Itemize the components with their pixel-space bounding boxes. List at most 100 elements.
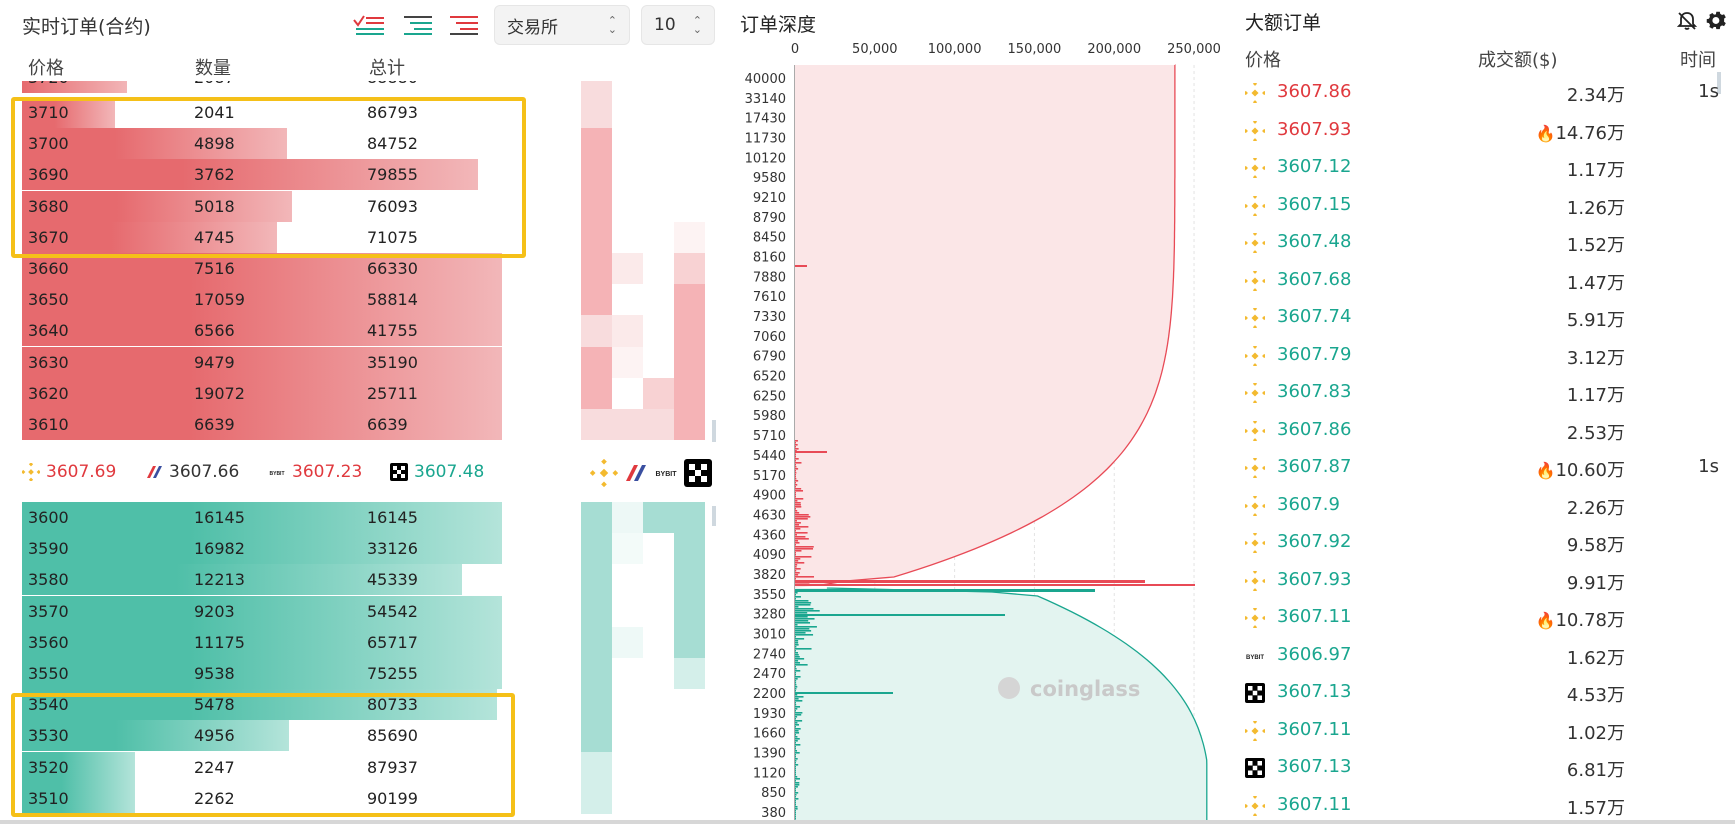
ask-total: 84752 [367,134,418,154]
exchange-price-bybit[interactable]: BYBIT 3607.23 [268,458,363,486]
ask-row[interactable]: 3650 17059 58814 [22,284,502,316]
ask-order-bar [795,578,796,580]
large-order-row[interactable]: BYBIT 3606.97 1.62万 [1245,637,1725,674]
bid-order-bar [795,706,801,708]
ask-heat-cell [643,377,674,409]
large-order-row[interactable]: 3607.48 1.52万 [1245,224,1725,261]
ask-heat-cell [581,81,612,97]
exchange-price-okx[interactable]: 3607.48 [390,458,484,486]
binance-logo-icon [1245,83,1265,103]
ask-heat-cell [581,159,612,191]
bottom-scrollbar[interactable] [0,820,1735,824]
svg-text:BYBIT: BYBIT [656,471,678,478]
large-order-row[interactable]: 3607.11 1.57万 [1245,787,1725,824]
large-order-row[interactable]: 3607.93 9.91万 [1245,562,1725,599]
bid-order-bar [795,784,800,786]
ask-price: 3630 [28,352,69,372]
bid-row[interactable]: 3580 12213 45339 [22,564,502,596]
large-order-row[interactable]: 3607.87 🔥10.60万 1s [1245,449,1725,486]
bid-order-bar [795,688,797,690]
bid-heat-cell [674,564,705,596]
y-tick-label: 8450 [753,231,786,246]
bid-order-bar [795,686,798,688]
scrollbar-bids[interactable] [712,506,716,526]
bell-off-icon[interactable] [1677,11,1697,31]
bitmex-logo-icon[interactable] [622,459,650,487]
large-order-row[interactable]: 3607.13 6.81万 [1245,749,1725,786]
bid-order-bar [795,702,796,704]
ask-price: 3670 [28,227,69,247]
large-order-row[interactable]: 3607.83 1.17万 [1245,374,1725,411]
okx-logo-icon[interactable] [684,459,712,487]
depth-select[interactable]: 10 ⌃ ⌄ [641,5,715,45]
y-tick-label: 4900 [753,489,786,504]
large-order-row[interactable]: 3607.68 1.47万 [1245,262,1725,299]
binance-logo-icon[interactable] [590,459,618,487]
y-tick-label: 3820 [753,568,786,583]
y-tick-label: 11730 [745,132,786,147]
bid-order-bar [795,808,798,810]
ask-row[interactable]: 3680 5018 76093 [22,190,502,222]
large-order-row[interactable]: 3607.79 3.12万 [1245,337,1725,374]
view-both-icon[interactable] [352,12,386,38]
bid-order-bar [795,710,796,712]
ask-row[interactable]: 3640 6566 41755 [22,315,502,347]
ask-row-partial[interactable]: 3720 2087 88880 [22,81,502,93]
scrollbar-asks[interactable] [712,420,716,442]
large-order-row[interactable]: 3607.12 1.17万 [1245,149,1725,186]
fire-icon: 🔥 [1535,461,1556,480]
large-order-row[interactable]: 3607.92 9.58万 [1245,524,1725,561]
ask-qty: 17059 [194,290,245,310]
ask-depth-bar [22,284,502,316]
bybit-logo-icon[interactable]: BYBIT [652,459,680,487]
trade-amount-cell: 5.91万 [1567,306,1625,332]
trade-amount-cell: 9.91万 [1567,569,1625,595]
ask-row[interactable]: 3630 9479 35190 [22,346,502,378]
ask-heat-cell [612,253,643,285]
exchange-price-bitmex[interactable]: 3607.66 [145,458,239,486]
large-order-row[interactable]: 3607.11 1.02万 [1245,712,1725,749]
large-order-row[interactable]: 3607.15 1.26万 [1245,187,1725,224]
ask-order-bar [795,500,798,502]
ask-total: 86793 [367,103,418,122]
bid-row[interactable]: 3540 5478 80733 [22,689,502,721]
bid-heat-cell [612,533,643,565]
large-order-row[interactable]: 3607.11 🔥10.78万 [1245,599,1725,636]
large-order-row[interactable]: 3607.13 4.53万 [1245,674,1725,711]
large-order-row[interactable]: 3607.86 2.34万 1s [1245,74,1725,111]
large-order-row[interactable]: 3607.86 2.53万 [1245,412,1725,449]
exchange-select[interactable]: 交易所 ⌃ ⌄ [494,5,630,45]
settings-gear-icon[interactable] [1705,10,1727,32]
bid-row[interactable]: 3600 16145 16145 [22,502,502,533]
y-tick-label: 9580 [753,171,786,186]
bid-price: 3510 [28,788,69,808]
large-order-row[interactable]: 3607.9 2.26万 [1245,487,1725,524]
ask-row[interactable]: 3700 4898 84752 [22,128,502,160]
ask-row[interactable]: 3670 4745 71075 [22,221,502,253]
bid-row[interactable]: 3570 9203 54542 [22,595,502,627]
bid-heat-cell [643,502,674,534]
ask-order-bar [795,546,814,548]
ask-row[interactable]: 3710 2041 86793 [22,97,502,128]
depth-chart-svg[interactable]: 0 50,000 100,000 150,000 200,000 250,000 40000… [730,0,1235,824]
bid-row[interactable]: 3510 2262 90199 [22,782,502,814]
bid-row[interactable]: 3560 11175 65717 [22,626,502,658]
ask-price: 3660 [28,259,69,278]
view-asks-icon[interactable] [446,12,480,38]
view-bids-icon[interactable] [400,12,434,38]
bid-order-bar [795,730,799,732]
bid-row[interactable]: 3520 2247 87937 [22,751,502,783]
y-tick-label: 4630 [753,508,786,523]
large-order-row[interactable]: 3607.93 🔥14.76万 [1245,112,1725,149]
ask-row[interactable]: 3660 7516 66330 [22,253,502,284]
bid-row[interactable]: 3590 16982 33126 [22,533,502,565]
ask-row[interactable]: 3610 6639 6639 [22,409,502,440]
bid-row[interactable]: 3530 4956 85690 [22,720,502,752]
bid-row[interactable]: 3550 9538 75255 [22,658,502,689]
ask-row[interactable]: 3690 3762 79855 [22,159,502,191]
large-order-row[interactable]: 3607.74 5.91万 [1245,299,1725,336]
bid-price: 3550 [28,664,69,683]
ask-row[interactable]: 3620 19072 25711 [22,377,502,409]
exchange-price-binance[interactable]: 3607.69 [22,458,116,486]
bid-depth-area [795,588,1207,820]
